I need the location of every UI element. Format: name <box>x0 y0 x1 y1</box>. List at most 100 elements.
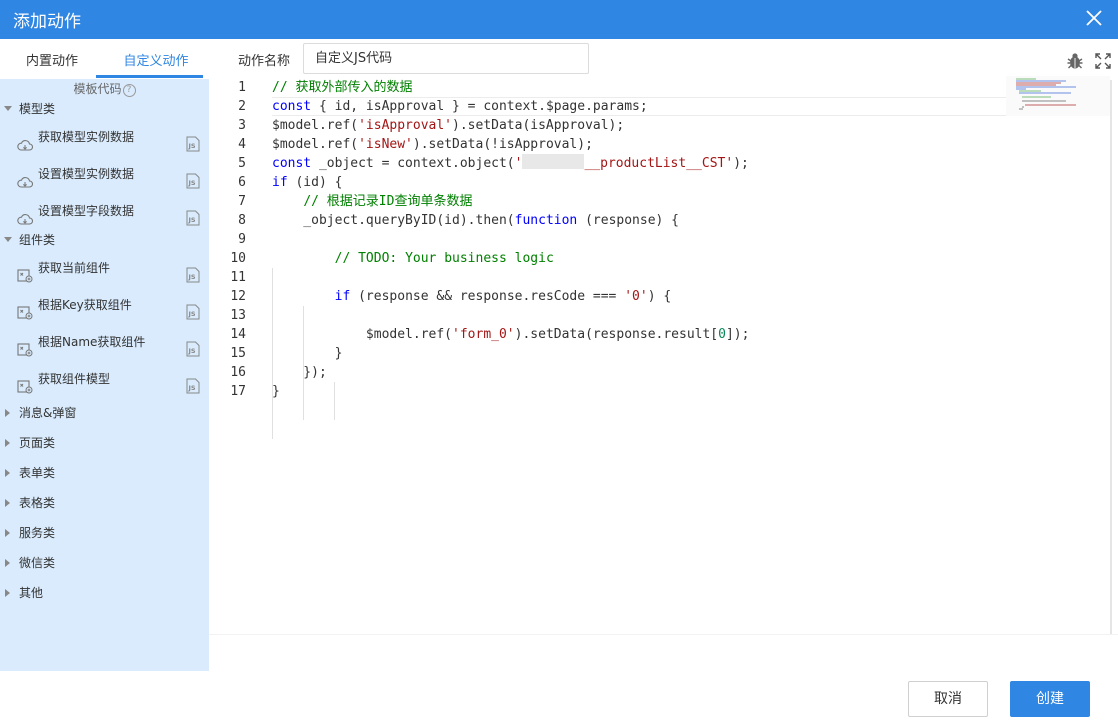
caret-right-icon <box>5 499 10 507</box>
caret-right-icon <box>5 559 10 567</box>
sidebar-group[interactable]: 表格类 <box>0 488 209 518</box>
code-token: 'isApproval' <box>358 118 453 133</box>
sidebar-template-item[interactable]: 根据Key获取组件 JS <box>0 287 209 324</box>
sidebar-template-item[interactable]: 获取当前组件 JS <box>0 250 209 287</box>
dialog-title: 添加动作 <box>13 12 81 32</box>
line-number: 3 <box>238 118 246 133</box>
code-line[interactable]: // 根据记录ID查询单条数据 <box>272 192 472 211</box>
sidebar-group[interactable]: 消息&弹窗 <box>0 398 209 428</box>
line-number: 8 <box>238 213 246 228</box>
sidebar-group-label: 表格类 <box>19 496 56 510</box>
tab-builtin-actions[interactable]: 内置动作 <box>0 39 104 79</box>
code-token: 'form_0' <box>452 327 515 342</box>
line-number: 13 <box>230 308 246 323</box>
code-token: 0 <box>718 327 726 342</box>
code-token: if <box>334 289 351 304</box>
help-icon[interactable]: ? <box>122 84 136 97</box>
code-token: ) { <box>647 289 672 304</box>
caret-right-icon <box>5 409 10 417</box>
sidebar-group[interactable]: 页面类 <box>0 428 209 458</box>
sidebar-group-label: 组件类 <box>19 233 56 247</box>
code-line[interactable]: const { id, isApproval } = context.$page… <box>272 97 648 116</box>
code-token: ]); <box>725 327 750 342</box>
code-line[interactable]: if (id) { <box>272 173 342 192</box>
component-icon <box>17 298 33 320</box>
sidebar-template-item[interactable]: 设置模型实例数据 JS <box>0 156 209 193</box>
editor-scrollbar[interactable] <box>1110 80 1112 635</box>
sidebar-template-item[interactable]: 设置模型字段数据 JS <box>0 193 209 230</box>
js-file-icon[interactable]: JS <box>185 204 201 226</box>
template-tree: 模型类 获取模型实例数据 JS 设置模型实例数据 JS 设置模型字段数据 JS 组件类获取当前… <box>0 99 209 608</box>
code-line[interactable]: _object.queryByID(id).then(function (res… <box>272 211 679 230</box>
create-button[interactable]: 创建 <box>1010 681 1090 717</box>
caret-right-icon <box>5 589 10 597</box>
sidebar-template-item[interactable]: 获取组件模型 JS <box>0 361 209 398</box>
template-code-label: 模板代码 <box>73 82 122 96</box>
js-file-icon[interactable]: JS <box>185 335 201 357</box>
sidebar-group[interactable]: 微信类 <box>0 548 209 578</box>
caret-right-icon <box>5 529 10 537</box>
line-number: 9 <box>238 232 246 247</box>
line-number: 6 <box>238 175 246 190</box>
code-token: ).setData(isApproval); <box>452 118 625 133</box>
fullscreen-icon[interactable] <box>1095 53 1111 69</box>
code-editor[interactable]: 1 2 3 4 5 6 7 8 9 10 11 12 13 14 15 16 17 // 获取外部传入的数据 co… <box>210 78 1110 638</box>
caret-down-icon <box>4 237 12 242</box>
line-number: 4 <box>238 137 246 152</box>
code-token: // TODO: Your business logic <box>334 251 554 266</box>
svg-text:JS: JS <box>188 179 196 187</box>
code-line[interactable]: $model.ref('isNew').setData(!isApproval)… <box>272 135 593 154</box>
code-line[interactable]: // TODO: Your business logic <box>272 249 554 268</box>
code-token: } <box>272 346 343 361</box>
svg-text:JS: JS <box>188 347 196 355</box>
code-line[interactable]: const _object = context.object(' __produc… <box>272 154 749 173</box>
sidebar-group[interactable]: 其他 <box>0 578 209 608</box>
js-file-icon[interactable]: JS <box>185 298 201 320</box>
line-number: 10 <box>230 251 246 266</box>
active-tab-indicator <box>96 75 203 78</box>
code-token: } <box>272 384 280 399</box>
code-token: __productList__CST' <box>584 156 734 171</box>
code-line[interactable]: // 获取外部传入的数据 <box>272 78 412 97</box>
sidebar-group[interactable]: 服务类 <box>0 518 209 548</box>
sidebar-group[interactable]: 表单类 <box>0 458 209 488</box>
code-line[interactable]: } <box>272 382 280 401</box>
code-token: ); <box>733 156 749 171</box>
bug-icon[interactable] <box>1066 52 1084 70</box>
code-token: { id, isApproval } = context.$page.param… <box>311 99 648 114</box>
caret-down-icon <box>4 106 12 111</box>
action-name-input[interactable]: 自定义JS代码 <box>303 43 589 74</box>
sidebar-template-item[interactable]: 获取模型实例数据 JS <box>0 119 209 156</box>
code-token: $model.ref( <box>272 137 359 152</box>
line-number: 12 <box>230 289 246 304</box>
js-file-icon[interactable]: JS <box>185 261 201 283</box>
cloud-icon <box>17 167 33 188</box>
action-sidebar: 内置动作 自定义动作 模板代码? 模型类 获取模型实例数据 JS 设置模型实例数据 JS… <box>0 39 209 671</box>
code-token: function <box>514 213 578 228</box>
code-line[interactable]: $model.ref('form_0').setData(response.re… <box>272 325 750 344</box>
code-token: // 根据记录ID查询单条数据 <box>303 194 473 209</box>
caret-right-icon <box>5 439 10 447</box>
code-line[interactable]: } <box>272 344 343 363</box>
js-file-icon[interactable]: JS <box>185 130 201 152</box>
sidebar-template-item[interactable]: 根据Name获取组件 JS <box>0 324 209 361</box>
cancel-button[interactable]: 取消 <box>908 681 988 717</box>
code-line[interactable]: }); <box>272 363 327 382</box>
js-file-icon[interactable]: JS <box>185 372 201 394</box>
line-number: 7 <box>238 194 246 209</box>
close-icon[interactable] <box>1082 6 1106 30</box>
code-line[interactable]: if (response && response.resCode === '0'… <box>272 287 672 306</box>
code-minimap[interactable] <box>1006 76 1110 116</box>
code-line[interactable]: $model.ref('isApproval').setData(isAppro… <box>272 116 624 135</box>
action-tabs: 内置动作 自定义动作 <box>0 39 209 79</box>
code-token: ' <box>514 156 523 171</box>
js-file-icon[interactable]: JS <box>185 167 201 189</box>
sidebar-group[interactable]: 模型类 <box>0 99 209 119</box>
sidebar-group[interactable]: 组件类 <box>0 230 209 250</box>
sidebar-group-label: 消息&弹窗 <box>19 406 77 420</box>
tab-custom-actions[interactable]: 自定义动作 <box>104 39 208 79</box>
sidebar-group-label: 页面类 <box>19 436 56 450</box>
